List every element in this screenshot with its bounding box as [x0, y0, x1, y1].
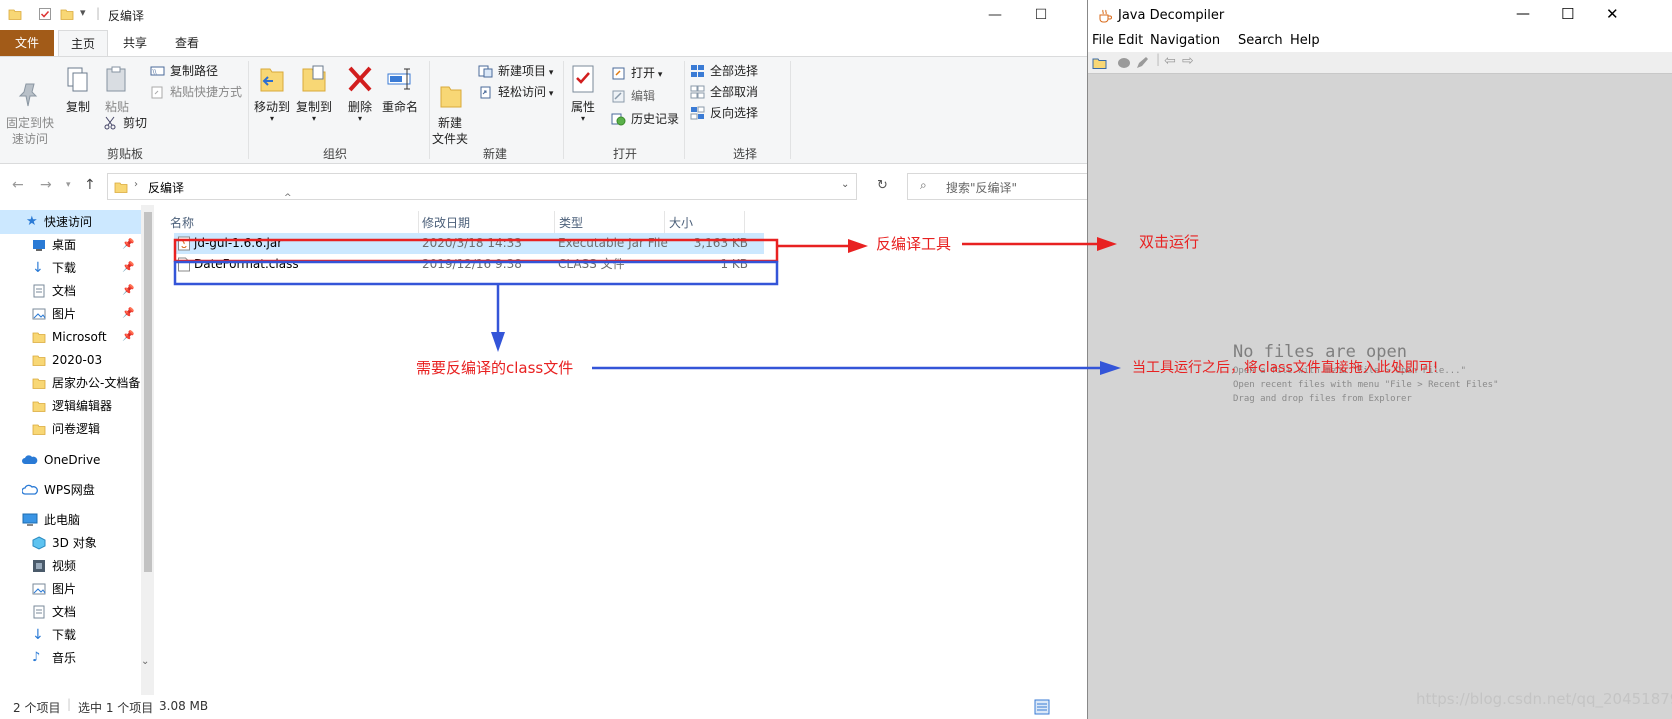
class-highlight-box — [173, 260, 779, 286]
annotation-decompile-tool: 反编译工具 — [876, 235, 952, 253]
red-arrowhead-1 — [848, 239, 868, 253]
blue-arrowhead-down — [491, 332, 505, 352]
blue-arrowhead-right — [1100, 361, 1121, 375]
annotation-need-decompile: 需要反编译的class文件 — [416, 359, 574, 377]
red-arrowhead-2 — [1097, 237, 1117, 251]
annotation-double-click: 双击运行 — [1139, 233, 1200, 251]
annotation-drag-hint: 当工具运行之后，将class文件直接拖入此处即可! — [1132, 360, 1439, 376]
watermark: https://blog.csdn.net/qq_20451879 — [1416, 690, 1672, 708]
jar-highlight-box — [173, 238, 779, 263]
